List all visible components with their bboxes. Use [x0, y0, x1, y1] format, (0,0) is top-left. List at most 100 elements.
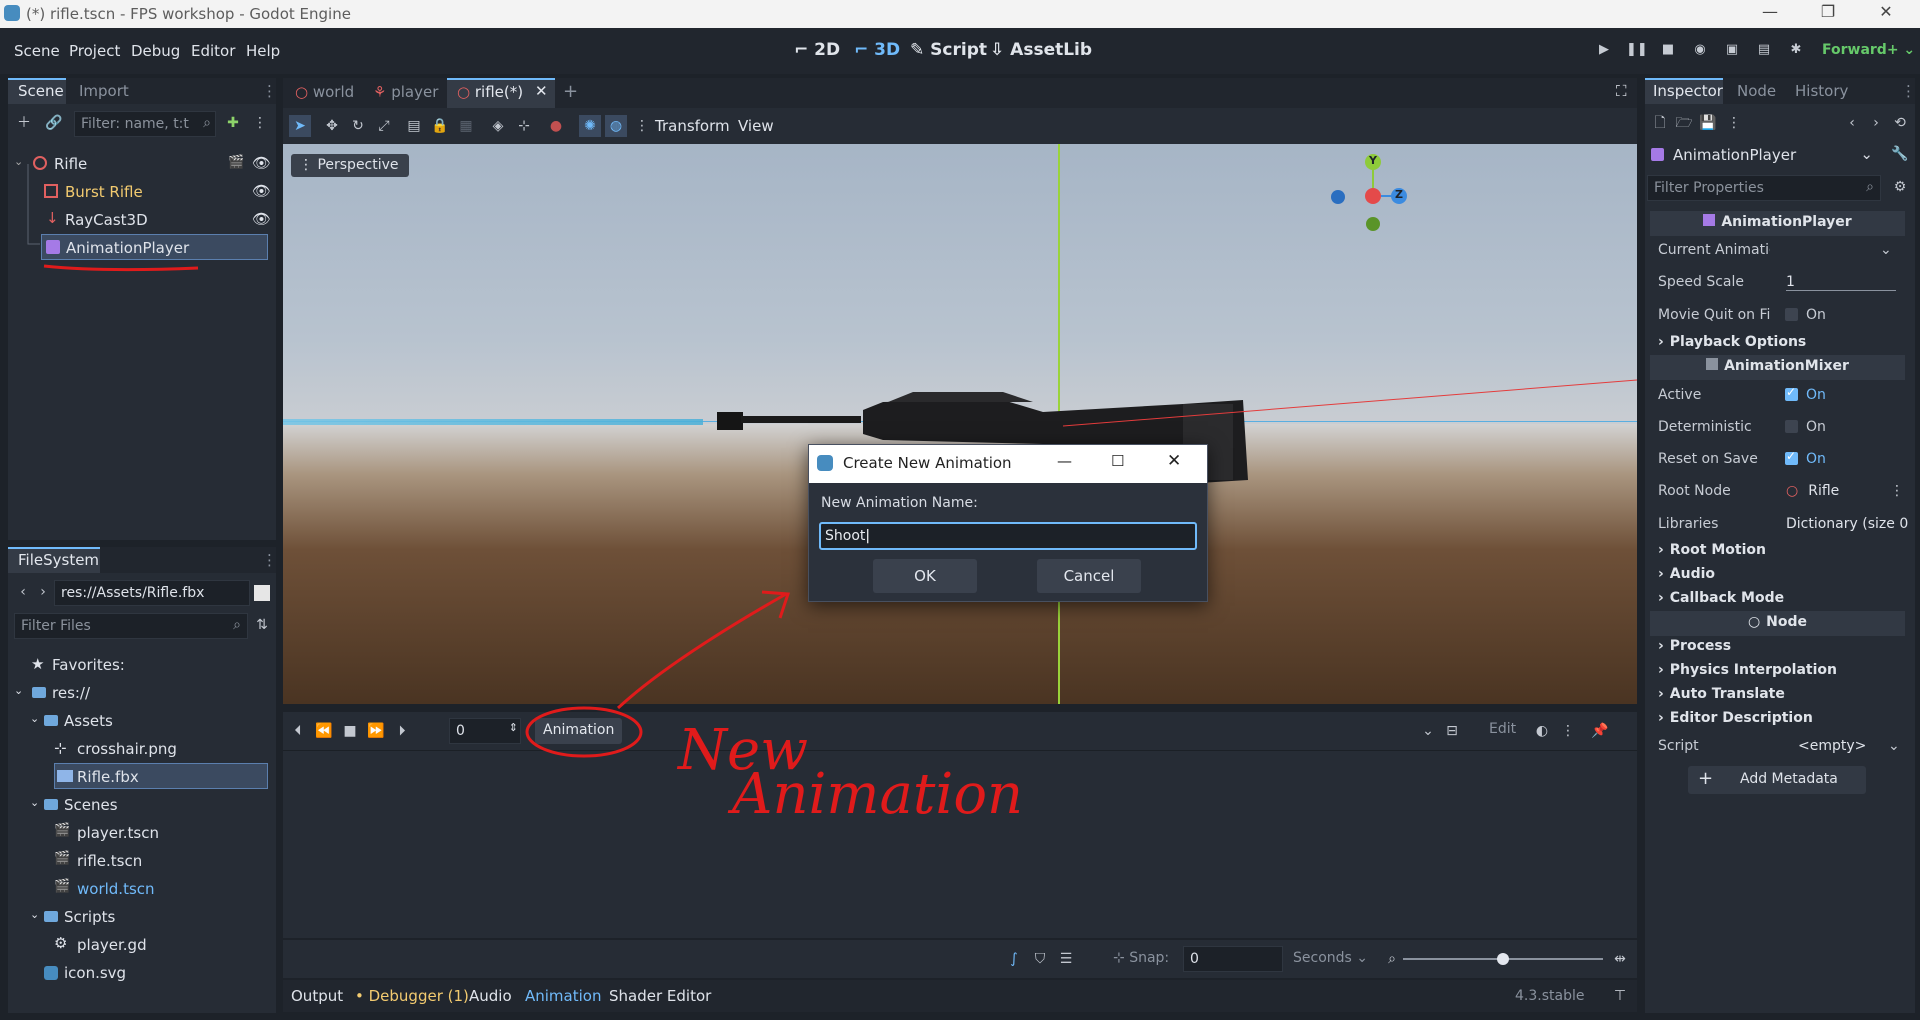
- prop-reset-on-save[interactable]: Reset on Save On: [1650, 445, 1905, 475]
- chevron-down-icon[interactable]: ⌄: [1880, 242, 1892, 258]
- minimize-icon[interactable]: —: [1057, 452, 1072, 470]
- sun-preview-icon[interactable]: ✺: [579, 115, 601, 137]
- stop-icon[interactable]: ■: [1658, 42, 1678, 62]
- scale-tool-icon[interactable]: ⤢: [373, 115, 395, 137]
- dock-menu-icon[interactable]: ⋮: [262, 551, 277, 569]
- filter-files-input[interactable]: Filter Files ⌕: [14, 613, 248, 639]
- snap-icon[interactable]: ⊹: [513, 115, 535, 137]
- play-icon[interactable]: ▶: [1594, 42, 1614, 62]
- viewport-menu-icon[interactable]: ⋮: [631, 115, 653, 137]
- track-list-icon[interactable]: ☰: [1055, 948, 1077, 970]
- add-node-icon[interactable]: ＋: [13, 112, 35, 134]
- chevron-down-icon[interactable]: ⌄: [30, 712, 39, 725]
- object-history-icon[interactable]: ⟲: [1889, 112, 1911, 134]
- select-tool-icon[interactable]: ➤: [289, 115, 311, 137]
- minimize-icon[interactable]: —: [1752, 2, 1788, 26]
- new-tab-icon[interactable]: +: [563, 81, 578, 102]
- filter-properties-input[interactable]: Filter Properties ⌕: [1647, 175, 1881, 201]
- perspective-button[interactable]: ⋮ Perspective: [291, 154, 409, 177]
- mode-2d-button[interactable]: ⌐ 2D: [794, 40, 840, 60]
- distraction-free-icon[interactable]: ⛶: [1616, 82, 1627, 100]
- new-resource-icon[interactable]: 🗋: [1649, 112, 1671, 134]
- tree-item-rifle-fbx[interactable]: Rifle.fbx: [54, 763, 268, 789]
- prop-speed-scale[interactable]: Speed Scale 1: [1650, 268, 1905, 298]
- local-space-icon[interactable]: ◈: [487, 115, 509, 137]
- tab-import[interactable]: Import: [79, 82, 129, 100]
- section-root-motion[interactable]: › Root Motion: [1650, 542, 1905, 566]
- prop-libraries[interactable]: Libraries Dictionary (size 0: [1650, 510, 1908, 540]
- version-label[interactable]: 4.3.stable: [1515, 988, 1584, 1004]
- inspector-menu-icon[interactable]: ⋮: [1723, 112, 1745, 134]
- tab-scene[interactable]: Scene: [18, 82, 64, 100]
- pin-icon[interactable]: 📌: [1589, 720, 1611, 742]
- tree-item-icon-svg[interactable]: icon.svg: [8, 959, 276, 985]
- play-selected-icon[interactable]: ⏩: [365, 720, 387, 742]
- snap-unit-select[interactable]: Seconds ⌄: [1293, 950, 1368, 966]
- checkbox[interactable]: [1785, 308, 1798, 321]
- scene-filter-input[interactable]: Filter: name, t:t ⌕: [74, 111, 216, 137]
- tab-history[interactable]: History: [1795, 82, 1848, 100]
- snap-value-field[interactable]: 0: [1183, 946, 1283, 972]
- chevron-down-icon[interactable]: ⌄: [1888, 738, 1900, 754]
- visibility-icon[interactable]: 👁: [252, 154, 271, 172]
- gizmo-y-axis[interactable]: Y: [1365, 154, 1381, 170]
- open-folder-icon[interactable]: 🗁: [1673, 112, 1695, 134]
- mode-assetlib-button[interactable]: ⇩ AssetLib: [990, 40, 1092, 60]
- fit-icon[interactable]: ⇹: [1609, 948, 1631, 970]
- menu-help[interactable]: Help: [246, 42, 280, 60]
- close-icon[interactable]: ✕: [1167, 451, 1181, 471]
- menu-editor[interactable]: Editor: [191, 42, 235, 60]
- section-editor-description[interactable]: › Editor Description: [1650, 710, 1905, 734]
- mode-script-button[interactable]: ✎ Script: [910, 40, 987, 60]
- tab-debugger[interactable]: • Debugger (1): [355, 987, 469, 1005]
- maximize-icon[interactable]: ☐: [1111, 452, 1124, 470]
- play-backward-icon[interactable]: ⏪: [313, 720, 335, 742]
- gizmo-x-axis[interactable]: [1365, 188, 1381, 204]
- mode-3d-button[interactable]: ⌐ 3D: [854, 40, 900, 60]
- tab-shader-editor[interactable]: Shader Editor: [609, 987, 711, 1005]
- tree-item-scripts[interactable]: ⌄ Scripts: [8, 903, 276, 929]
- prop-deterministic[interactable]: Deterministic On: [1650, 413, 1905, 443]
- transform-menu[interactable]: Transform: [655, 117, 730, 135]
- edit-button[interactable]: Edit: [1489, 721, 1516, 737]
- speed-scale-field[interactable]: 1: [1786, 274, 1896, 291]
- tab-filesystem[interactable]: FileSystem: [18, 551, 99, 569]
- bezier-icon[interactable]: ∫: [1003, 948, 1025, 970]
- chevron-down-icon[interactable]: ⌄: [30, 908, 39, 921]
- environment-preview-icon[interactable]: ◍: [605, 115, 627, 137]
- animation-select-dropdown-icon[interactable]: ⌄: [1417, 720, 1439, 742]
- tree-item-favorites[interactable]: ★ Favorites:: [8, 651, 276, 677]
- menu-scene[interactable]: Scene: [14, 42, 60, 60]
- prop-script[interactable]: Script <empty> ⌄: [1650, 732, 1905, 762]
- skip-start-icon[interactable]: ⏴: [287, 720, 309, 742]
- forward-icon[interactable]: ›: [32, 581, 54, 603]
- tree-item-player-gd[interactable]: ⚙ player.gd: [8, 931, 276, 957]
- sort-icon[interactable]: ⇅: [251, 614, 273, 636]
- renderer-select[interactable]: Forward+ ⌄: [1822, 42, 1915, 58]
- view-gizmo[interactable]: Y Z: [1319, 152, 1409, 232]
- dock-menu-icon[interactable]: ⋮: [1901, 82, 1916, 100]
- tab-node[interactable]: Node: [1737, 82, 1776, 100]
- checkbox-checked[interactable]: [1785, 385, 1798, 401]
- onion-skin-icon[interactable]: ◐: [1531, 720, 1553, 742]
- play-custom-scene-icon[interactable]: ▤: [1754, 42, 1774, 62]
- split-mode-icon[interactable]: [254, 585, 270, 601]
- tab-player[interactable]: ⚘ player: [373, 83, 438, 101]
- tree-item-rifle-tscn[interactable]: 🎬 rifle.tscn: [8, 847, 276, 873]
- property-options-icon[interactable]: ⚙: [1889, 176, 1911, 198]
- add-metadata-button[interactable]: + Add Metadata: [1688, 766, 1866, 794]
- section-audio[interactable]: › Audio: [1650, 566, 1905, 590]
- tool-icon[interactable]: 🔧: [1889, 143, 1911, 165]
- tree-item-animation-player[interactable]: AnimationPlayer: [41, 234, 268, 260]
- prop-active[interactable]: Active On: [1650, 381, 1905, 411]
- filter-icon[interactable]: ⛉: [1029, 948, 1051, 970]
- pause-icon[interactable]: ❚❚: [1626, 42, 1648, 62]
- close-tab-icon[interactable]: ✕: [535, 82, 548, 100]
- ruler-tool-icon[interactable]: ▤: [403, 115, 425, 137]
- movie-maker-icon[interactable]: ✱: [1786, 42, 1806, 62]
- tree-item-scenes[interactable]: ⌄ Scenes: [8, 791, 276, 817]
- section-process[interactable]: › Process: [1650, 638, 1905, 662]
- dock-menu-icon[interactable]: ⋮: [262, 82, 277, 100]
- preview-camera-icon[interactable]: ●: [545, 115, 567, 137]
- restore-icon[interactable]: ❐: [1810, 2, 1846, 26]
